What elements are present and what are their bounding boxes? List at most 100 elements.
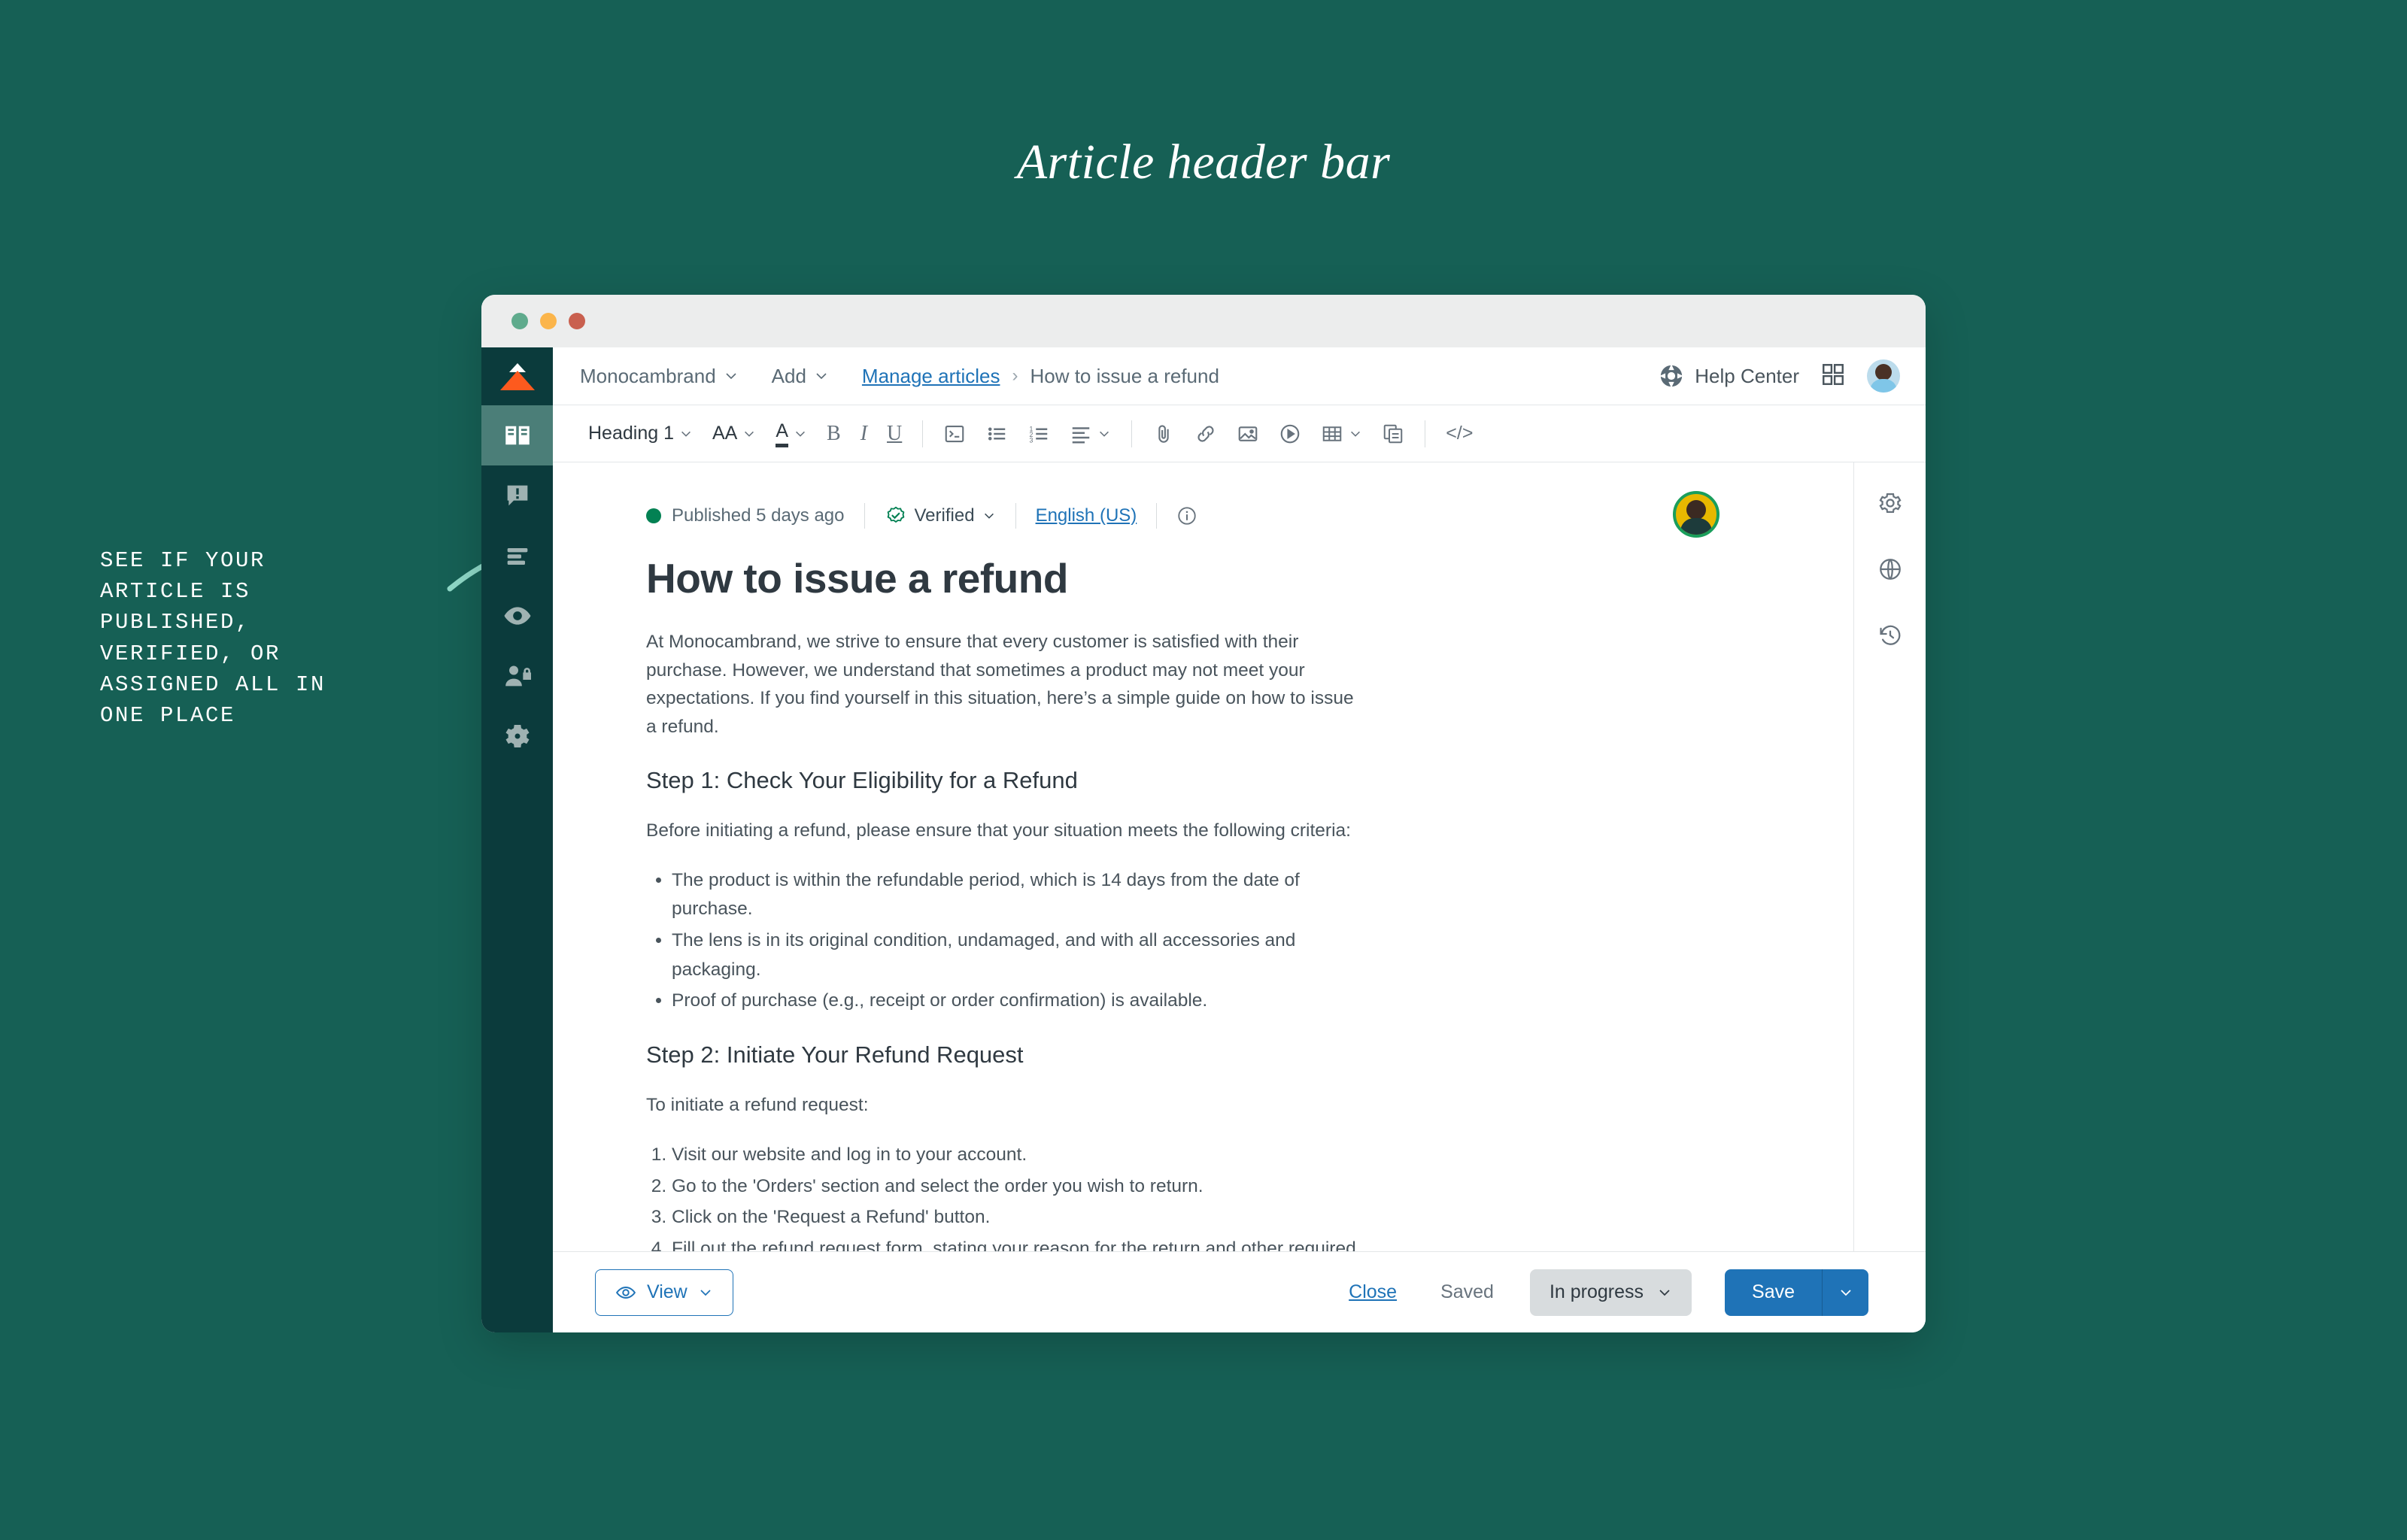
user-avatar[interactable] [1867, 359, 1900, 393]
heading-style-label: Heading 1 [588, 423, 674, 444]
paperclip-icon[interactable] [1143, 414, 1185, 453]
monocambrand-logo[interactable] [481, 347, 553, 405]
sidebar-item-settings[interactable] [481, 706, 553, 766]
chevron-down-icon [1840, 1289, 1851, 1296]
list-item: Go to the 'Orders' section and select th… [672, 1172, 1365, 1202]
verified-dropdown[interactable]: Verified [885, 505, 996, 527]
breadcrumb: Monocambrand Add Manage articles › How t… [580, 365, 1659, 388]
revision-history-icon[interactable] [1868, 613, 1913, 658]
chevron-down-icon [1100, 431, 1109, 437]
view-button[interactable]: View [595, 1269, 733, 1316]
breadcrumb-current: How to issue a refund [1030, 364, 1219, 387]
brand-menu-label: Monocambrand [580, 364, 716, 387]
source-code-label: </> [1446, 423, 1474, 444]
underline-label: U [887, 421, 903, 445]
toolbar-divider [922, 420, 924, 447]
save-button-group: Save [1725, 1269, 1868, 1316]
chevron-down-icon [681, 431, 691, 437]
translations-globe-icon[interactable] [1868, 547, 1913, 592]
brand-menu-button[interactable]: Monocambrand [580, 365, 739, 388]
text-align-dropdown[interactable] [1060, 414, 1121, 453]
text-color-label: A [776, 420, 789, 441]
sidebar-item-content[interactable] [481, 526, 553, 586]
sidebar-item-permissions[interactable] [481, 646, 553, 706]
underline-button[interactable]: U [877, 414, 912, 453]
font-size-dropdown[interactable]: AA [703, 414, 766, 453]
left-sidebar [481, 347, 553, 1332]
status-dropdown-label: In progress [1549, 1281, 1644, 1302]
save-options-button[interactable] [1822, 1269, 1868, 1316]
info-icon[interactable] [1176, 505, 1197, 526]
chevron-down-icon [816, 373, 827, 380]
article-editor[interactable]: Published 5 days ago Verified English (U… [553, 462, 1854, 1251]
editor-action-bar: View Close Saved In progress Save [553, 1251, 1926, 1332]
status-dropdown[interactable]: In progress [1529, 1269, 1692, 1316]
language-link[interactable]: English (US) [1036, 505, 1137, 526]
browser-window: Monocambrand Add Manage articles › How t… [481, 295, 1926, 1332]
add-menu-button[interactable]: Add [772, 365, 829, 388]
chevron-down-icon [1659, 1289, 1670, 1296]
source-code-button[interactable]: </> [1436, 414, 1483, 453]
apps-grid-icon[interactable] [1820, 362, 1846, 391]
list-item: Fill out the refund request form, statin… [672, 1235, 1365, 1251]
article-intro: At Monocambrand, we strive to ensure tha… [646, 632, 1354, 738]
numbered-list-icon[interactable]: 1 2 3 [1018, 414, 1060, 453]
image-icon[interactable] [1227, 414, 1269, 453]
traffic-light-green[interactable] [511, 313, 528, 329]
sidebar-item-knowledge-base[interactable] [481, 405, 553, 465]
bold-label: B [827, 421, 841, 445]
chevron-down-icon [984, 513, 994, 519]
chevron-down-icon [745, 431, 754, 437]
right-sidebar [1854, 462, 1926, 1251]
table-dropdown[interactable] [1311, 414, 1372, 453]
save-label: Save [1752, 1281, 1795, 1302]
list-item: The lens is in its original condition, u… [672, 926, 1365, 984]
sidebar-item-feedback[interactable] [481, 465, 553, 526]
article-step2-intro: To initiate a refund request: [646, 1095, 869, 1116]
list-item: Click on the 'Request a Refund' button. [672, 1203, 1365, 1232]
link-icon[interactable] [1185, 414, 1227, 453]
save-button[interactable]: Save [1725, 1269, 1822, 1316]
breadcrumb-separator: › [1012, 365, 1018, 386]
heading-style-dropdown[interactable]: Heading 1 [578, 414, 703, 453]
article-body[interactable]: How to issue a refund At Monocambrand, w… [553, 554, 1365, 1251]
list-item: The product is within the refundable per… [672, 866, 1365, 924]
italic-button[interactable]: I [851, 414, 877, 453]
video-play-icon[interactable] [1269, 414, 1311, 453]
close-button[interactable]: Close [1349, 1281, 1397, 1303]
status-divider [864, 503, 865, 529]
article-title: How to issue a refund [646, 555, 1068, 602]
chevron-down-icon [1351, 431, 1361, 437]
traffic-light-red[interactable] [569, 313, 585, 329]
bold-button[interactable]: B [817, 414, 851, 453]
font-size-label: AA [712, 423, 738, 444]
saved-status: Saved [1440, 1281, 1494, 1302]
app-header: Monocambrand Add Manage articles › How t… [553, 347, 1926, 405]
add-menu-label: Add [771, 364, 806, 387]
text-color-dropdown[interactable]: A [766, 414, 817, 453]
article-step2-list: Visit our website and log in to your acc… [672, 1141, 1365, 1251]
list-item: Visit our website and log in to your acc… [672, 1141, 1365, 1170]
chevron-down-icon [726, 373, 736, 380]
content-snippet-icon[interactable] [1372, 414, 1414, 453]
assignee-avatar[interactable] [1673, 491, 1720, 538]
article-heading-step1: Step 1: Check Your Eligibility for a Ref… [646, 766, 1078, 793]
svg-text:3: 3 [1030, 436, 1034, 444]
eye-icon [615, 1286, 636, 1299]
list-item: Proof of purchase (e.g., receipt or orde… [672, 987, 1365, 1016]
chevron-down-icon [700, 1289, 711, 1296]
chevron-down-icon [796, 431, 805, 437]
status-divider [1015, 503, 1016, 529]
traffic-light-amber[interactable] [540, 313, 557, 329]
article-status-bar: Published 5 days ago Verified English (U… [553, 499, 1853, 533]
bullet-list-icon[interactable] [976, 414, 1018, 453]
article-step1-list: The product is within the refundable per… [672, 866, 1365, 1017]
code-block-icon[interactable] [933, 414, 976, 453]
sidebar-item-preview[interactable] [481, 586, 553, 646]
italic-label: I [860, 421, 868, 445]
breadcrumb-manage-articles[interactable]: Manage articles [862, 365, 1000, 388]
status-divider [1156, 503, 1158, 529]
life-ring-icon [1659, 364, 1684, 388]
article-settings-icon[interactable] [1868, 480, 1913, 526]
help-center-button[interactable]: Help Center [1659, 363, 1799, 389]
